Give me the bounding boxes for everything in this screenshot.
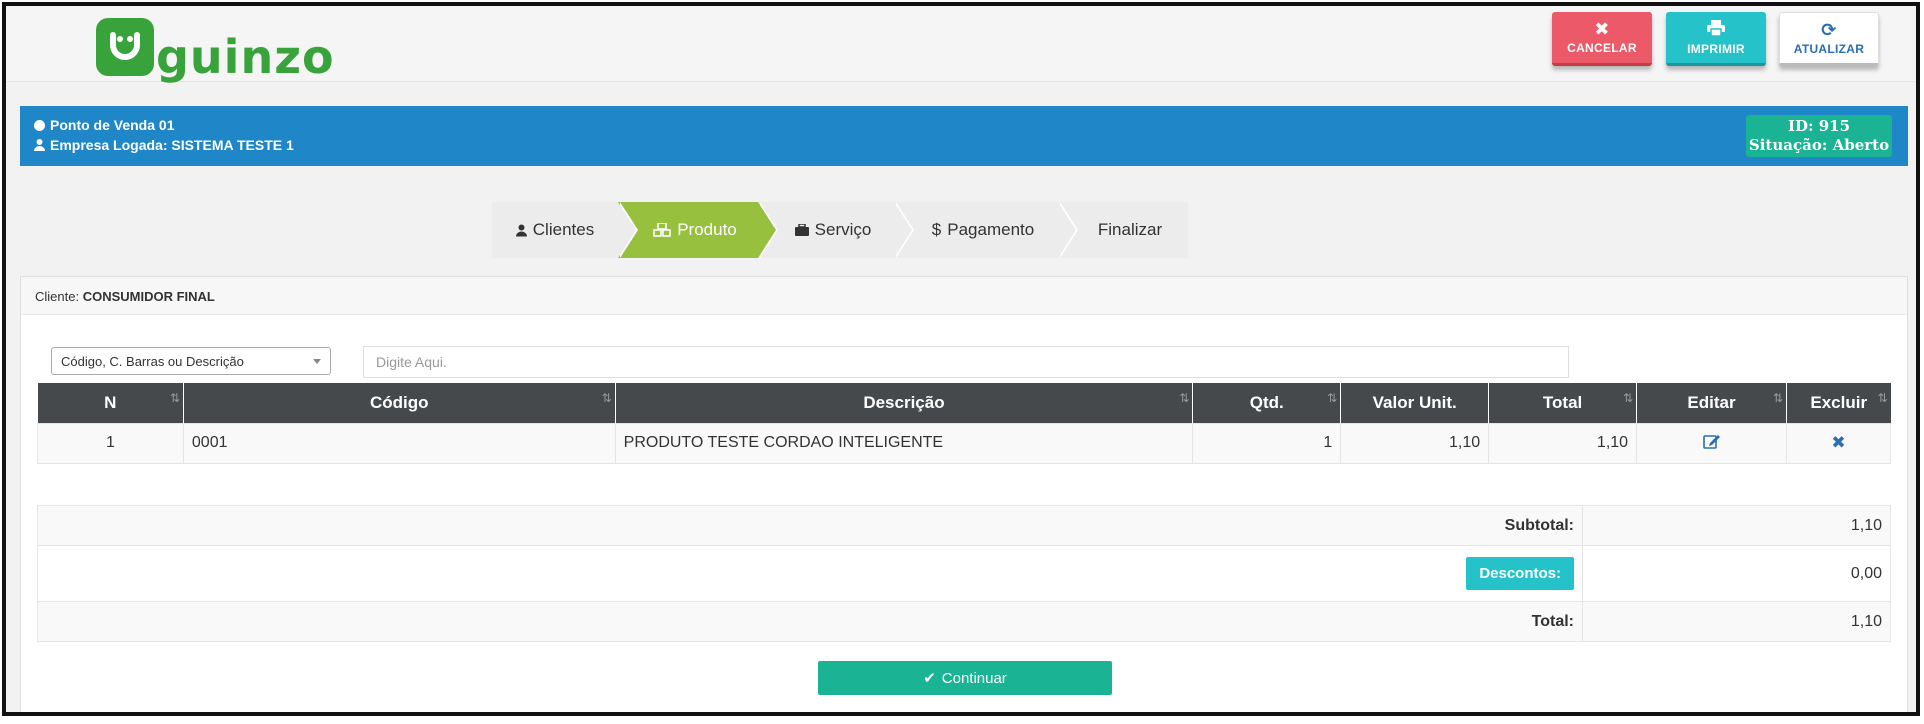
discount-cell: Descontos: — [37, 545, 1583, 602]
cell-total: 1,10 — [1488, 422, 1638, 464]
cancel-button[interactable]: ✖ CANCELAR — [1552, 12, 1652, 66]
sort-icon: ⇅ — [1179, 391, 1189, 405]
sale-situation: Situação: Aberto — [1748, 136, 1890, 154]
smile-logo-icon — [96, 18, 154, 76]
subtotal-label: Subtotal: — [37, 505, 1583, 546]
step-label: Clientes — [532, 220, 595, 239]
pdv-line: Ponto de Venda 01 — [34, 117, 174, 133]
briefcase-icon — [794, 224, 809, 236]
step-servico[interactable]: Serviço — [758, 202, 914, 258]
dollar-icon: $ — [931, 220, 942, 239]
total-row: Total: 1,10 — [37, 601, 1891, 642]
app-frame: guinzo ✖ CANCELAR IMPRIMIR ⟳ ATUALIZAR P… — [2, 2, 1920, 716]
sort-icon: ⇅ — [169, 391, 180, 405]
client-label: Cliente: — [35, 289, 80, 304]
company-line: Empresa Logada: SISTEMA TESTE 1 — [34, 137, 294, 153]
cubes-icon — [653, 223, 672, 237]
col-n[interactable]: N ⇅ — [37, 383, 184, 423]
total-label: Total: — [37, 601, 1583, 642]
cell-valor-unit: 1,10 — [1340, 422, 1490, 464]
discount-button[interactable]: Descontos: — [1466, 557, 1574, 590]
cell-excluir: ✖ — [1785, 422, 1892, 464]
refresh-icon: ⟳ — [1821, 19, 1837, 40]
chevron-down-icon — [313, 359, 321, 364]
sort-icon: ⇅ — [1623, 391, 1633, 405]
sale-status-badge: ID: 915 Situação: Aberto — [1746, 115, 1892, 157]
step-pagamento[interactable]: $ Pagamento — [894, 202, 1078, 258]
check-icon: ✔ — [923, 670, 936, 687]
guinzo-logo: guinzo — [96, 12, 335, 80]
step-label: Pagamento — [947, 220, 1035, 239]
user-icon — [34, 139, 45, 151]
print-button[interactable]: IMPRIMIR — [1666, 12, 1766, 66]
user-icon — [515, 224, 527, 236]
step-label: Serviço — [814, 220, 872, 239]
printer-icon — [1707, 19, 1725, 39]
client-name: CONSUMIDOR FINAL — [82, 289, 215, 304]
print-button-label: IMPRIMIR — [1687, 41, 1745, 56]
circle-icon — [34, 119, 45, 131]
top-header: guinzo ✖ CANCELAR IMPRIMIR ⟳ ATUALIZAR — [6, 6, 1916, 82]
cell-descricao: PRODUTO TESTE CORDAO INTELIGENTE — [614, 422, 1194, 464]
refresh-button[interactable]: ⟳ ATUALIZAR — [1779, 12, 1879, 66]
sort-icon: ⇅ — [601, 391, 612, 405]
step-produto[interactable]: Produto — [618, 202, 778, 258]
step-clientes[interactable]: Clientes — [492, 202, 638, 258]
col-editar[interactable]: Editar ⇅ — [1636, 383, 1787, 423]
cell-qtd: 1 — [1192, 422, 1342, 464]
totals-table: Subtotal: 1,10 Descontos: 0,00 Total: 1,… — [37, 505, 1891, 642]
table-row: 1 0001 PRODUTO TESTE CORDAO INTELIGENTE … — [37, 422, 1892, 464]
cell-n: 1 — [37, 422, 184, 464]
search-type-select[interactable]: Código, C. Barras ou Descrição — [51, 347, 331, 375]
subtotal-row: Subtotal: 1,10 — [37, 505, 1891, 546]
product-table: N ⇅ Código ⇅ Descrição ⇅ Qtd. ⇅ Valor Unit. … — [37, 383, 1892, 464]
session-info-bar: Ponto de Venda 01 Empresa Logada: SISTEM… — [20, 106, 1908, 166]
pdv-name: Ponto de Venda 01 — [50, 117, 175, 133]
sort-icon: ⇅ — [1772, 391, 1783, 405]
sort-icon: ⇅ — [1877, 391, 1887, 405]
logo-text: guinzo — [156, 30, 335, 84]
step-label: Finalizar — [1097, 220, 1163, 239]
col-codigo[interactable]: Código ⇅ — [183, 383, 616, 423]
client-header: Cliente: CONSUMIDOR FINAL — [21, 277, 1907, 315]
product-panel: Cliente: CONSUMIDOR FINAL Código, C. Bar… — [20, 276, 1908, 712]
col-qtd[interactable]: Qtd. ⇅ — [1192, 383, 1342, 423]
edit-icon[interactable] — [1702, 433, 1721, 449]
delete-icon[interactable]: ✖ — [1831, 433, 1845, 452]
table-header-row: N ⇅ Código ⇅ Descrição ⇅ Qtd. ⇅ Valor Unit. … — [37, 383, 1891, 423]
subtotal-value: 1,10 — [1582, 505, 1891, 546]
discount-value: 0,00 — [1582, 545, 1891, 602]
col-descricao[interactable]: Descrição ⇅ — [615, 383, 1194, 423]
cell-codigo: 0001 — [182, 422, 616, 464]
wizard-steps: Clientes Produto Serviço $ Pagamento Fin… — [492, 202, 1188, 258]
product-search-input[interactable] — [363, 346, 1569, 378]
continue-label: Continuar — [941, 669, 1007, 687]
step-label: Produto — [677, 220, 737, 239]
col-excluir[interactable]: Excluir ⇅ — [1786, 383, 1891, 423]
search-type-value: Código, C. Barras ou Descrição — [61, 354, 244, 369]
sort-icon: ⇅ — [1327, 391, 1337, 405]
col-valor-unit[interactable]: Valor Unit. — [1340, 383, 1490, 423]
col-total[interactable]: Total ⇅ — [1488, 383, 1638, 423]
discount-row: Descontos: 0,00 — [37, 545, 1891, 602]
company-name: Empresa Logada: SISTEMA TESTE 1 — [50, 137, 294, 153]
close-icon: ✖ — [1594, 19, 1610, 39]
cancel-button-label: CANCELAR — [1567, 41, 1637, 55]
sale-id: ID: 915 — [1787, 117, 1851, 135]
continue-button[interactable]: ✔ Continuar — [818, 661, 1112, 695]
total-value: 1,10 — [1582, 601, 1891, 642]
refresh-button-label: ATUALIZAR — [1793, 41, 1865, 56]
cell-editar — [1636, 422, 1787, 464]
